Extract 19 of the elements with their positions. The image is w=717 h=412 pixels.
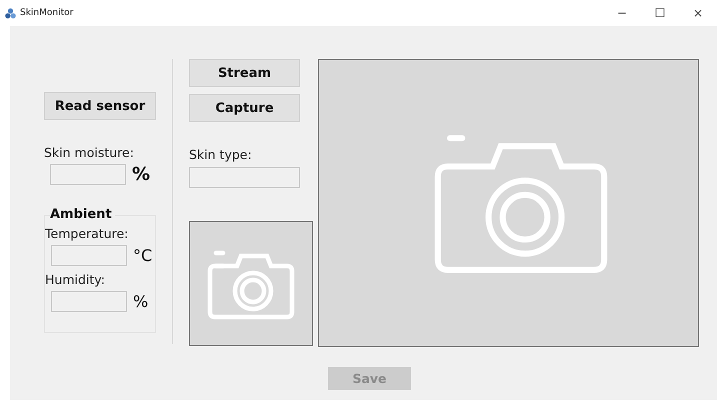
- unit-label: %: [133, 292, 148, 311]
- field-label: Skin moisture:: [44, 145, 135, 161]
- unit-label: %: [132, 164, 150, 185]
- unit-label: °C: [133, 246, 152, 265]
- app-icon: [5, 8, 16, 18]
- window-control[interactable]: ☐: [641, 6, 679, 20]
- field-label: Skin type:: [189, 147, 253, 163]
- window-title: SkinMonitor: [20, 8, 74, 18]
- skin-type-field[interactable]: [189, 167, 300, 188]
- moisture-field[interactable]: [50, 164, 126, 185]
- capture-button[interactable]: Capture: [189, 94, 300, 122]
- stream-button[interactable]: Stream: [189, 59, 300, 87]
- read-sensor-button[interactable]: Read sensor: [44, 92, 156, 120]
- field-label: Humidity:: [45, 272, 106, 288]
- temperature-field[interactable]: [51, 245, 127, 266]
- window-control[interactable]: ×: [679, 6, 717, 20]
- humidity-field[interactable]: [51, 291, 127, 312]
- field-label: Temperature:: [45, 226, 130, 242]
- window-control[interactable]: −: [603, 6, 641, 20]
